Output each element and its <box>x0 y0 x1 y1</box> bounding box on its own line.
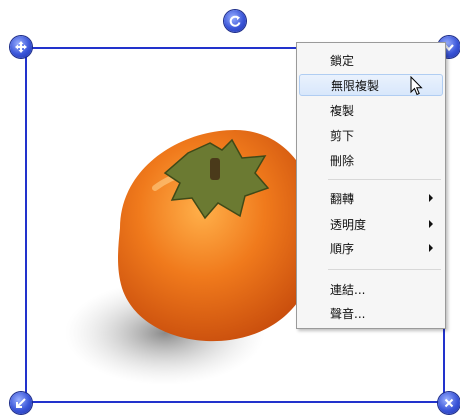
menu-item-transparency[interactable]: 透明度 <box>299 213 443 235</box>
delete-handle[interactable] <box>438 392 460 414</box>
menu-item-label: 翻轉 <box>330 191 355 206</box>
submenu-arrow-icon <box>429 194 433 202</box>
persimmon-image[interactable] <box>60 128 320 398</box>
menu-item-link[interactable]: 連結... <box>299 278 443 300</box>
menu-item-order[interactable]: 順序 <box>299 237 443 259</box>
menu-item-flip[interactable]: 翻轉 <box>299 187 443 209</box>
menu-item-label: 鎖定 <box>330 53 355 68</box>
close-icon <box>444 398 454 408</box>
menu-item-label: 刪除 <box>330 153 355 168</box>
move-icon <box>15 41 27 53</box>
menu-item-label: 複製 <box>330 103 355 118</box>
mouse-cursor-icon <box>410 76 423 96</box>
rotate-handle[interactable] <box>224 10 246 32</box>
menu-separator <box>328 179 441 180</box>
menu-item-copy[interactable]: 複製 <box>299 99 443 121</box>
menu-item-label: 順序 <box>330 241 355 256</box>
menu-item-delete[interactable]: 刪除 <box>299 149 443 171</box>
resize-icon <box>16 398 26 408</box>
rotate-icon <box>229 15 241 27</box>
move-handle[interactable] <box>10 36 32 58</box>
resize-handle[interactable] <box>10 392 32 414</box>
menu-item-label: 無限複製 <box>331 78 380 93</box>
submenu-arrow-icon <box>429 244 433 252</box>
submenu-arrow-icon <box>429 220 433 228</box>
menu-item-sound[interactable]: 聲音... <box>299 302 443 324</box>
menu-item-label: 聲音... <box>330 306 366 321</box>
menu-item-cut[interactable]: 剪下 <box>299 124 443 146</box>
menu-item-label: 透明度 <box>330 217 367 232</box>
menu-item-label: 連結... <box>330 282 366 297</box>
menu-item-label: 剪下 <box>330 128 355 143</box>
menu-separator <box>328 269 441 270</box>
menu-item-lock[interactable]: 鎖定 <box>299 49 443 71</box>
